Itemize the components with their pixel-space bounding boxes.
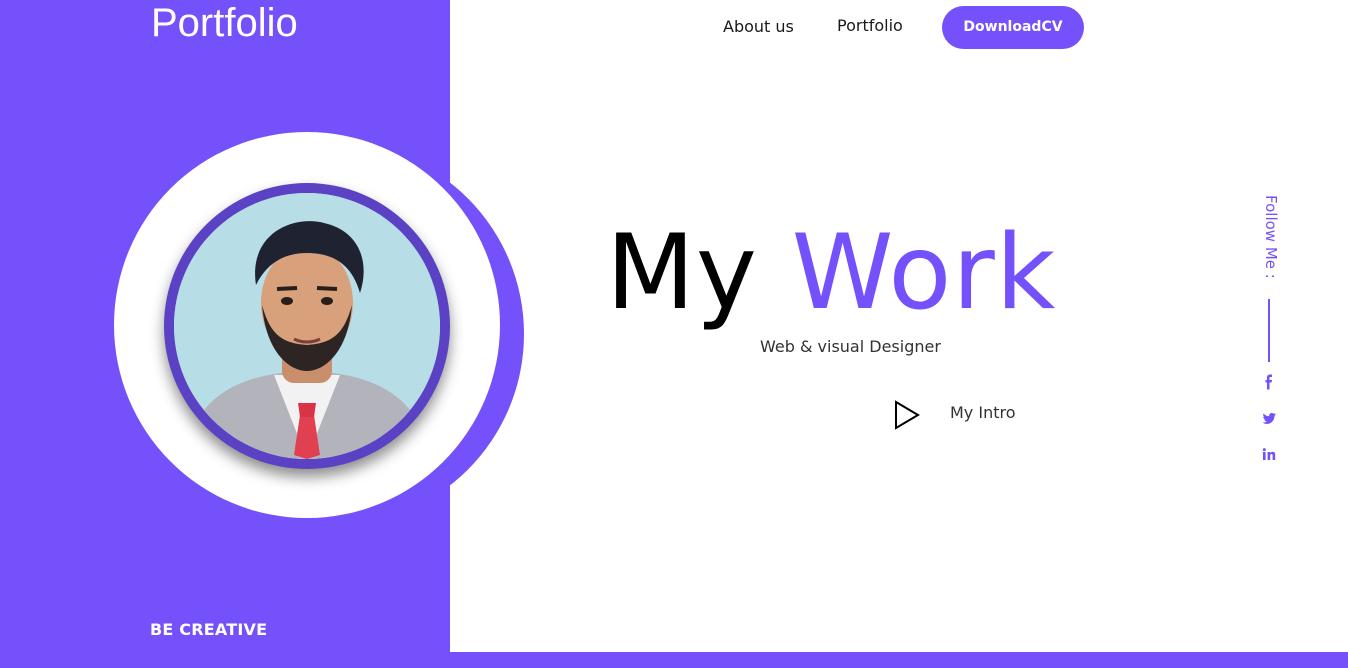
follow-me-label: Follow Me : [1262, 195, 1280, 279]
nav-portfolio[interactable]: Portfolio [837, 16, 903, 36]
profile-photo [174, 193, 440, 459]
hero-subtitle: Web & visual Designer [760, 337, 941, 356]
hero-title-part2: Work [791, 213, 1057, 333]
hero-title-part1: My [606, 213, 758, 333]
twitter-icon[interactable] [1259, 410, 1279, 428]
play-icon[interactable] [892, 399, 922, 431]
nav-about-us[interactable]: About us [723, 17, 794, 37]
tagline: BE CREATIVE [150, 620, 268, 639]
page: Portfolio BE CREATIVE About us Portfolio… [0, 0, 1348, 668]
linkedin-icon[interactable] [1259, 446, 1279, 464]
intro-label[interactable]: My Intro [950, 403, 1016, 423]
download-cv-button[interactable]: DownloadCV [942, 6, 1084, 49]
hero-title: My Work [606, 208, 1056, 338]
follow-divider [1268, 299, 1270, 362]
facebook-icon[interactable] [1259, 374, 1279, 392]
brand-logo[interactable]: Portfolio [151, 0, 298, 46]
bottom-bar [0, 652, 1348, 668]
